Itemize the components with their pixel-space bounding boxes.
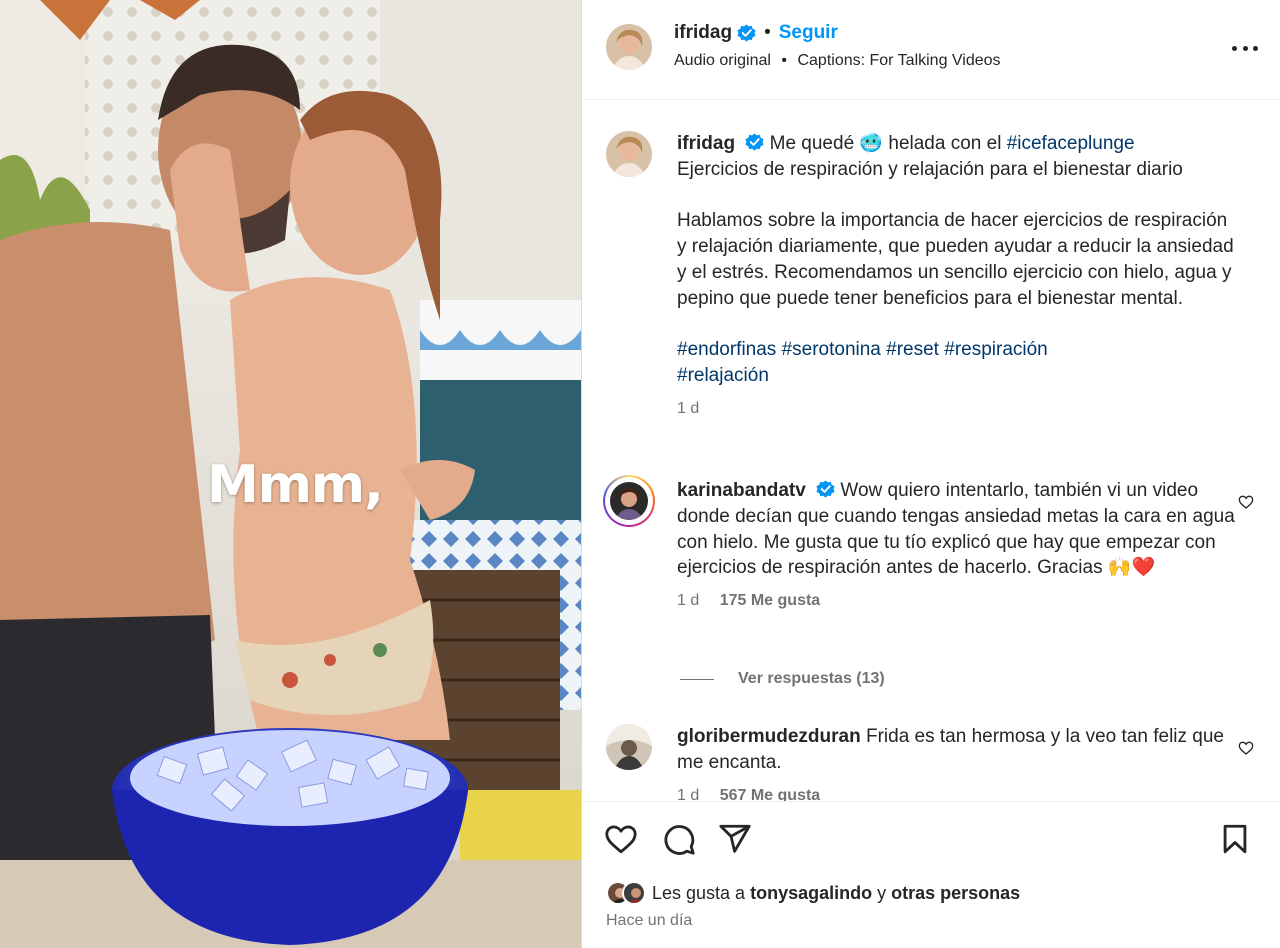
- comment-icon[interactable]: [662, 822, 696, 856]
- caption-first-line: ifridag Me quedé 🥶 helada con el #icefac…: [677, 131, 1237, 157]
- cold-face-emoji: 🥶: [859, 133, 884, 154]
- verified-badge-icon: [745, 133, 764, 151]
- audio-link[interactable]: Audio original: [674, 52, 771, 69]
- likes-summary[interactable]: Les gusta a tonysagalindo y otras person…: [606, 881, 1020, 905]
- likes-text: Les gusta a tonysagalindo y otras person…: [652, 883, 1020, 904]
- captions-link[interactable]: Captions: For Talking Videos: [797, 52, 1000, 69]
- caption-paragraph: Hablamos sobre la importancia de hacer e…: [677, 210, 1234, 309]
- replies-divider: [680, 678, 714, 680]
- caption-text-after: helada con el: [888, 133, 1002, 154]
- subtitle-separator: •: [781, 52, 788, 69]
- hashtag-link[interactable]: #serotonina: [782, 339, 881, 360]
- comment-time[interactable]: 1 d: [677, 787, 699, 801]
- post-actions: Les gusta a tonysagalindo y otras person…: [582, 801, 1280, 948]
- caption-meta: 1 d: [677, 399, 1237, 419]
- header-title-row: ifridag • Seguir: [674, 22, 838, 44]
- post-side-panel: ifridag • Seguir Audio original • Captio…: [581, 0, 1280, 948]
- comment-likes[interactable]: 567 Me gusta: [720, 787, 820, 801]
- instagram-post-window: Mmm, ifridag • Seguir Audio original • C…: [0, 0, 1280, 948]
- caption-text-before: Me quedé: [769, 133, 855, 154]
- commenter-username[interactable]: gloribermudezduran: [677, 726, 861, 747]
- bookmark-icon[interactable]: [1218, 822, 1252, 856]
- comments-list[interactable]: ifridag Me quedé 🥶 helada con el #icefac…: [582, 101, 1280, 801]
- caption-body: ifridag Me quedé 🥶 helada con el #icefac…: [677, 131, 1237, 419]
- like-comment-heart-icon[interactable]: [1238, 740, 1254, 756]
- caption-username[interactable]: ifridag: [677, 133, 735, 154]
- comment-body: karinabandatv Wow quiero intentarlo, tam…: [677, 478, 1237, 611]
- verified-badge-icon: [816, 480, 835, 498]
- like-comment-heart-icon[interactable]: [1238, 494, 1254, 510]
- comment-time[interactable]: 1 d: [677, 592, 699, 609]
- likes-others-link[interactable]: otras personas: [891, 883, 1020, 903]
- likes-username[interactable]: tonysagalindo: [750, 883, 872, 903]
- comment-meta: 1 d 175 Me gusta: [677, 591, 1237, 611]
- hashtag-icefaceplunge[interactable]: #icefaceplunge: [1007, 133, 1135, 154]
- hashtag-link[interactable]: #respiración: [944, 339, 1048, 360]
- video-caption-overlay: Mmm,: [207, 455, 384, 515]
- post-timestamp[interactable]: Hace un día: [606, 912, 692, 930]
- commenter-avatar[interactable]: [610, 482, 648, 520]
- heart-icon[interactable]: [604, 822, 638, 856]
- commenter-avatar[interactable]: [606, 724, 652, 770]
- caption-time[interactable]: 1 d: [677, 400, 699, 417]
- view-replies-button[interactable]: Ver respuestas (13): [680, 670, 885, 688]
- likes-prefix: Les gusta a: [652, 882, 746, 903]
- caption-author-avatar[interactable]: [606, 131, 652, 177]
- hashtag-link[interactable]: #endorfinas: [677, 339, 776, 360]
- more-options-icon[interactable]: [1232, 38, 1258, 58]
- caption-line2: Ejercicios de respiración y relajación p…: [677, 158, 1183, 180]
- comment-meta: 1 d 567 Me gusta: [677, 786, 1237, 801]
- author-avatar[interactable]: [606, 24, 652, 70]
- hashtag-link[interactable]: #reset: [886, 339, 939, 360]
- commenter-username[interactable]: karinabandatv: [677, 480, 806, 501]
- header-subtitle-row: Audio original • Captions: For Talking V…: [674, 52, 1001, 70]
- comment-likes[interactable]: 175 Me gusta: [720, 592, 820, 609]
- post-header: ifridag • Seguir Audio original • Captio…: [582, 0, 1280, 100]
- comment-body: gloribermudezduran Frida es tan hermosa …: [677, 724, 1237, 801]
- hashtag-link[interactable]: #relajación: [677, 365, 769, 386]
- caption-hashtags: #endorfinas #serotonina #reset #respirac…: [677, 337, 1237, 389]
- likes-connector: y: [877, 882, 887, 903]
- view-replies-label[interactable]: Ver respuestas (13): [738, 670, 885, 688]
- header-separator: •: [764, 22, 771, 43]
- verified-badge-icon: [737, 23, 756, 42]
- share-icon[interactable]: [718, 822, 752, 856]
- post-media[interactable]: Mmm,: [0, 0, 581, 948]
- author-username[interactable]: ifridag: [674, 22, 732, 44]
- liker-avatar: [622, 881, 646, 905]
- follow-button[interactable]: Seguir: [779, 22, 838, 44]
